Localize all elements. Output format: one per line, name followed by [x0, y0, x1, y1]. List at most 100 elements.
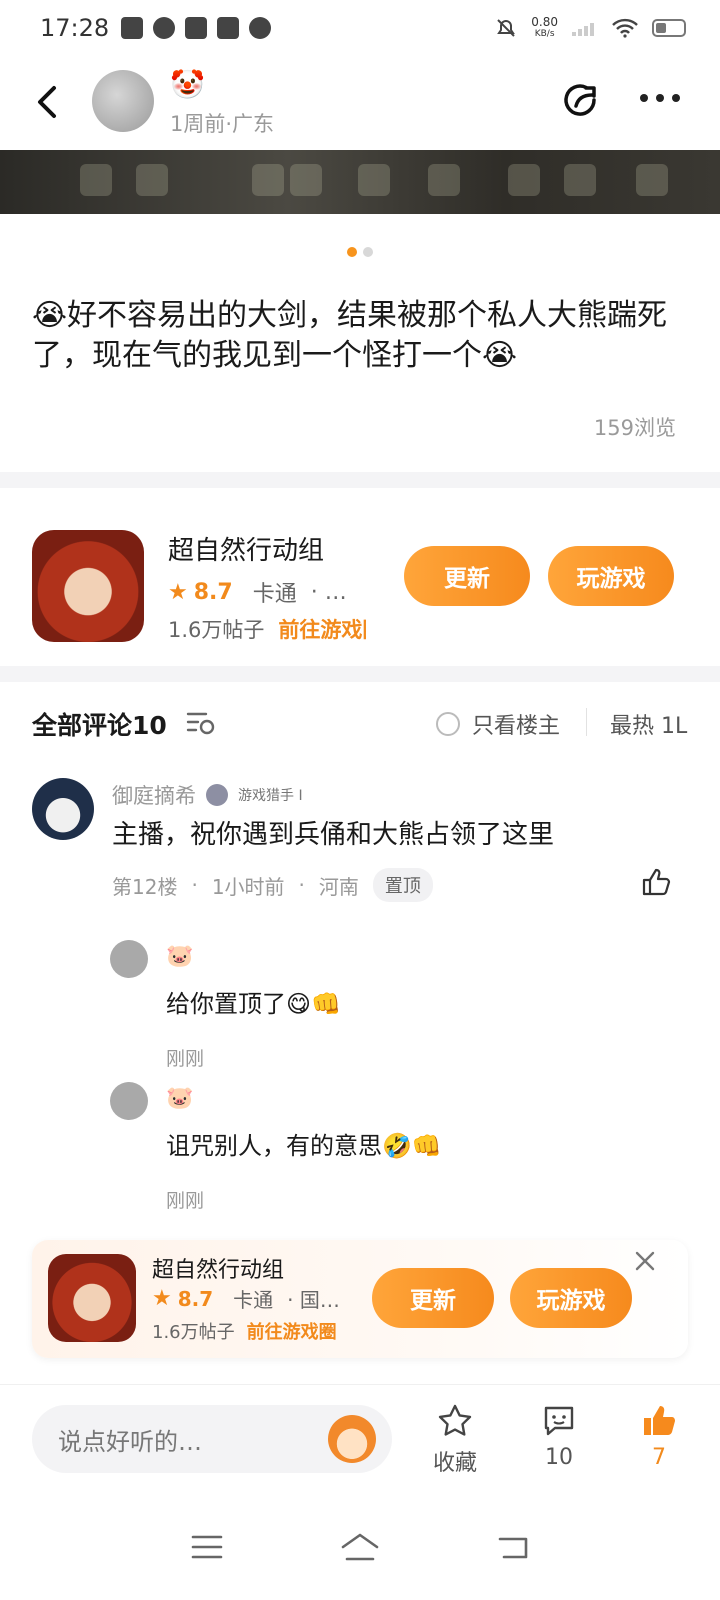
reply-name[interactable]: 🐷	[166, 1086, 193, 1111]
game-rating: ★ 8.7 卡通 · 国…	[152, 1284, 340, 1313]
home-nav-button[interactable]	[337, 1527, 383, 1567]
game-tag: 卡通	[233, 1288, 274, 1312]
comments-header: 全部评论10 只看楼主 最热 1L	[0, 694, 720, 754]
battery-icon	[652, 19, 686, 37]
star-outline-icon	[438, 1404, 472, 1436]
status-bar: 17:28 0.80 KB/s	[0, 0, 720, 56]
net-speed: 0.80 KB/s	[531, 16, 558, 40]
thumbs-up-filled-icon	[644, 1406, 675, 1435]
back-nav-button[interactable]	[490, 1527, 536, 1567]
more-options-icon[interactable]	[640, 88, 686, 108]
game-stats: 1.6万帖子 前往游戏圈	[152, 1318, 337, 1344]
favorite-label: 收藏	[432, 1451, 477, 1476]
section-divider	[0, 472, 720, 488]
signal-icon	[572, 23, 594, 36]
reply-avatar[interactable]	[110, 940, 148, 978]
wifi-icon	[612, 18, 638, 38]
reply-item: 🐷 给你置顶了😋👊 刚刚	[110, 940, 670, 1080]
mute-icon	[497, 19, 516, 37]
star-icon: ★	[168, 579, 188, 605]
game-tag-more: · …	[310, 579, 347, 605]
author-avatar[interactable]	[92, 70, 154, 132]
goto-game-circle-link[interactable]: 前往游戏圈	[247, 1318, 337, 1344]
play-game-button[interactable]: 玩游戏	[548, 546, 674, 606]
reply-time: 刚刚	[166, 1190, 205, 1212]
pager-dot	[363, 247, 373, 257]
update-button[interactable]: 更新	[372, 1268, 494, 1328]
rating-score: 8.7	[177, 1286, 214, 1311]
game-name[interactable]: 超自然行动组	[152, 1252, 284, 1284]
comment-count: 10	[545, 1445, 573, 1470]
net-speed-value: 0.80	[531, 15, 558, 29]
system-nav-bar	[0, 1494, 720, 1600]
reply-item: 🐷 诅咒别人，有的意思🤣👊 刚刚	[110, 1082, 670, 1222]
game-post-count: 1.6万帖子	[152, 1322, 235, 1343]
divider	[586, 708, 587, 736]
share-icon[interactable]	[560, 78, 604, 122]
post-meta: 1周前·广东	[170, 112, 275, 136]
update-button[interactable]: 更新	[404, 546, 530, 606]
only-op-toggle[interactable]: 只看楼主	[436, 708, 560, 740]
notification-icons	[121, 17, 272, 39]
close-icon[interactable]	[632, 1248, 658, 1274]
author-name-emoji[interactable]: 🤡	[170, 68, 205, 101]
view-count: 159浏览	[593, 416, 676, 440]
commenter-name[interactable]: 御庭摘希	[112, 780, 196, 810]
post-content: 😭好不容易出的大剑，结果被那个私人大熊踹死了，现在气的我见到一个怪打一个😭	[32, 298, 668, 373]
pinned-badge: 置顶	[372, 868, 433, 902]
comment-body: 主播，祝你遇到兵俑和大熊占领了这里	[112, 820, 555, 850]
sync-icon	[153, 17, 176, 39]
game-tag: 卡通	[252, 582, 297, 607]
home-icon	[341, 1533, 379, 1561]
sort-dropdown[interactable]: 最热 1L	[610, 708, 688, 740]
bottom-action-bar: 说点好听的… 收藏 10 7	[0, 1384, 720, 1494]
mascot-icon[interactable]	[328, 1415, 376, 1463]
play-game-button[interactable]: 玩游戏	[510, 1268, 632, 1328]
game-icon[interactable]	[32, 530, 144, 642]
reply-body: 给你置顶了😋👊	[166, 990, 341, 1018]
comment-input[interactable]: 说点好听的…	[32, 1405, 392, 1473]
meta-sep: ·	[298, 873, 305, 897]
game-post-count: 1.6万帖子	[168, 618, 265, 642]
comment-button[interactable]: 10	[524, 1403, 594, 1470]
commenter-avatar[interactable]	[32, 778, 94, 840]
badge-label: 游戏猎手 I	[238, 788, 303, 804]
section-divider	[0, 666, 720, 682]
commenter-info: 御庭摘希 游戏猎手 I	[112, 780, 303, 810]
post-image[interactable]	[0, 150, 720, 214]
comment-meta: 第12楼 · 1小时前 · 河南 置顶	[112, 868, 433, 902]
rating-score: 8.7	[193, 579, 233, 605]
game-tag-more: · 国…	[287, 1288, 340, 1312]
back-button[interactable]	[28, 82, 68, 122]
comment-bubble-icon	[544, 1406, 574, 1436]
goto-game-circle-link[interactable]: 前往游戏圈	[278, 614, 366, 644]
comment-input-placeholder: 说点好听的…	[58, 1427, 202, 1456]
game-icon[interactable]	[48, 1254, 136, 1342]
post-header: 🤡 1周前·广东	[0, 60, 720, 150]
comment-location: 河南	[318, 874, 359, 899]
only-op-label: 只看楼主	[472, 714, 561, 739]
storage-icon	[121, 17, 144, 39]
radio-icon[interactable]	[436, 712, 460, 736]
game-rating: ★ 8.7 卡通 · …	[168, 576, 347, 608]
like-count: 7	[652, 1445, 666, 1470]
reply-name[interactable]: 🐷	[166, 944, 193, 969]
image-pager	[0, 247, 720, 257]
menu-icon	[191, 1535, 222, 1559]
reply-body: 诅咒别人，有的意思🤣👊	[166, 1132, 442, 1160]
thumbs-up-icon[interactable]	[640, 866, 672, 898]
fan-icon	[249, 17, 272, 39]
favorite-button[interactable]: 收藏	[420, 1403, 490, 1477]
game-card[interactable]: 超自然行动组 ★ 8.7 卡通 · … 1.6万帖子 前往游戏圈 更新 玩游戏	[0, 500, 720, 666]
reply-time: 刚刚	[166, 1048, 205, 1070]
game-name[interactable]: 超自然行动组	[168, 530, 324, 567]
reply-avatar[interactable]	[110, 1082, 148, 1120]
filter-icon[interactable]	[186, 710, 216, 736]
floating-game-card[interactable]: 超自然行动组 ★ 8.7 卡通 · 国… 1.6万帖子 前往游戏圈 更新 玩游戏	[32, 1240, 688, 1358]
like-button[interactable]: 7	[624, 1403, 694, 1470]
game-stats: 1.6万帖子 前往游戏圈	[168, 614, 366, 644]
back-nav-icon	[499, 1537, 528, 1559]
play-icon	[217, 17, 240, 39]
menu-nav-button[interactable]	[184, 1527, 230, 1567]
meta-sep: ·	[191, 873, 198, 897]
